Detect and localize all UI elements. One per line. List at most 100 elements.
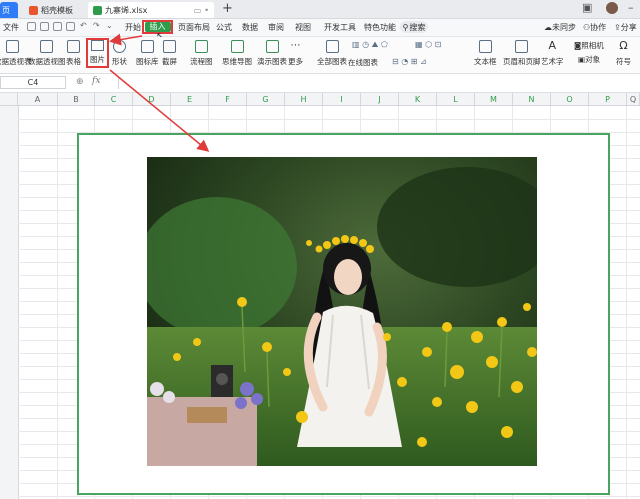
column-header-o[interactable]: O bbox=[551, 93, 589, 105]
name-box[interactable]: C4 bbox=[0, 76, 66, 89]
column-header-q[interactable]: Q bbox=[627, 93, 640, 105]
grid-col-line bbox=[57, 106, 58, 499]
grid-row-line bbox=[18, 119, 640, 120]
mindmap-button[interactable]: 思维导图 bbox=[222, 40, 252, 67]
column-header-d[interactable]: D bbox=[133, 93, 171, 105]
export-icon[interactable] bbox=[40, 22, 49, 31]
menu-file[interactable]: 文件 bbox=[3, 22, 19, 33]
column-header-p[interactable]: P bbox=[589, 93, 627, 105]
camera-button[interactable]: ◙照相机 bbox=[574, 40, 604, 51]
column-header-e[interactable]: E bbox=[171, 93, 209, 105]
picture-icon bbox=[91, 40, 104, 51]
column-header-n[interactable]: N bbox=[513, 93, 551, 105]
inserted-photo[interactable] bbox=[147, 157, 537, 466]
symbol-button[interactable]: Ω 符号 bbox=[616, 40, 631, 67]
column-header-m[interactable]: M bbox=[475, 93, 513, 105]
textbox-button[interactable]: 文本框 bbox=[474, 40, 497, 67]
icon-library-button[interactable]: 图标库 bbox=[136, 40, 159, 67]
tab-template[interactable]: 稻壳模板 bbox=[24, 2, 84, 18]
shape-button[interactable]: 形状 bbox=[112, 40, 127, 67]
object-button[interactable]: ▣对象 bbox=[578, 54, 600, 65]
picture-button[interactable]: 图片 bbox=[86, 38, 109, 68]
header-footer-button[interactable]: 页眉和页脚 bbox=[503, 40, 541, 67]
menu-start[interactable]: 开始 bbox=[125, 22, 141, 33]
menu-formula[interactable]: 公式 bbox=[216, 22, 232, 33]
screenshot-icon bbox=[163, 40, 176, 53]
share-button[interactable]: ⇪分享 bbox=[614, 22, 637, 33]
zoom-icon[interactable]: ⊕ bbox=[76, 77, 84, 87]
pivot-table-button[interactable]: 数据透视表 bbox=[0, 40, 32, 67]
tab-file-label: 九寨烯.xlsx bbox=[105, 5, 148, 15]
table-button[interactable]: 表格 bbox=[66, 40, 81, 67]
menu-data[interactable]: 数据 bbox=[242, 22, 258, 33]
all-charts-button[interactable]: 全部图表 bbox=[317, 40, 347, 67]
column-header-h[interactable]: H bbox=[285, 93, 323, 105]
menu-review[interactable]: 审阅 bbox=[268, 22, 284, 33]
minimize-icon[interactable]: – bbox=[628, 1, 634, 14]
formula-bar: C4 ⊕ fx bbox=[0, 74, 640, 93]
menu-special[interactable]: 特色功能 bbox=[364, 22, 396, 33]
column-header-i[interactable]: I bbox=[323, 93, 361, 105]
pivot-chart-button[interactable]: 数据透视图 bbox=[28, 40, 66, 67]
column-header-row: ABCDEFGHIJKLMNOPQ bbox=[0, 93, 640, 106]
online-charts-button[interactable]: 在线图表 bbox=[348, 57, 378, 68]
fx-label[interactable]: fx bbox=[92, 76, 100, 86]
monitor-icon[interactable]: ▭ bbox=[194, 6, 202, 15]
unsynced-status[interactable]: ☁未同步 bbox=[544, 22, 576, 33]
demo-chart-button[interactable]: 演示图表 bbox=[257, 40, 287, 67]
header-footer-icon bbox=[515, 40, 529, 53]
redo-icon[interactable]: ↷ bbox=[93, 21, 100, 30]
column-header-l[interactable]: L bbox=[437, 93, 475, 105]
menu-bar: 文件 ↶ ↷ ⌄ 开始 插入 ↖ 页面布局 公式 数据 审阅 视图 开发工具 特… bbox=[0, 19, 640, 42]
wordart-icon: A bbox=[548, 39, 557, 52]
screenshot-button[interactable]: 截屏 bbox=[162, 40, 177, 67]
chart-type-icons[interactable]: ▥ ◷ ⛰ ⬠ bbox=[352, 40, 388, 50]
flowchart-button[interactable]: 流程图 bbox=[190, 40, 213, 67]
column-header-k[interactable]: K bbox=[399, 93, 437, 105]
spreadsheet-icon bbox=[93, 5, 102, 15]
formula-input[interactable] bbox=[118, 76, 639, 89]
grid-row-line bbox=[18, 496, 640, 497]
tab-file[interactable]: 九寨烯.xlsx ▭ • bbox=[88, 2, 214, 18]
grid-col-line bbox=[626, 106, 627, 499]
more-quick-icon[interactable]: ⌄ bbox=[106, 21, 113, 30]
column-header-f[interactable]: F bbox=[209, 93, 247, 105]
menu-view[interactable]: 视图 bbox=[295, 22, 311, 33]
print-preview-icon[interactable] bbox=[66, 22, 75, 31]
pivot-chart-icon bbox=[40, 40, 54, 53]
column-header-g[interactable]: G bbox=[247, 93, 285, 105]
tab-home[interactable]: 页 bbox=[0, 2, 18, 18]
more-icon: ⋯ bbox=[290, 40, 301, 51]
column-header-a[interactable]: A bbox=[18, 93, 58, 105]
flowchart-icon bbox=[194, 40, 208, 53]
mindmap-icon bbox=[230, 40, 244, 53]
window-layout-icon[interactable]: ▣ bbox=[582, 1, 592, 14]
collab-button[interactable]: ⚇协作 bbox=[583, 22, 606, 33]
column-header-j[interactable]: J bbox=[361, 93, 399, 105]
insert-ribbon: 数据透视表 数据透视图 表格 图片 形状 图标库 截屏 流程图 思维导图 演示图… bbox=[0, 37, 640, 74]
avatar[interactable] bbox=[606, 2, 618, 14]
more-button[interactable]: ⋯ 更多 bbox=[288, 40, 303, 67]
close-tab-icon[interactable]: • bbox=[204, 6, 209, 15]
sparkline-icons[interactable]: ▦ ⬡ ⊡ bbox=[415, 40, 441, 49]
pivot-table-icon bbox=[6, 40, 20, 53]
wordart-button[interactable]: A 艺术字 bbox=[541, 40, 564, 67]
print-icon[interactable] bbox=[53, 22, 62, 31]
shape-icon bbox=[113, 40, 126, 53]
icon-library-icon bbox=[140, 40, 154, 53]
add-tab-button[interactable]: + bbox=[222, 1, 233, 16]
menu-developer[interactable]: 开发工具 bbox=[324, 22, 356, 33]
search-label: 搜索 bbox=[409, 22, 426, 32]
undo-icon[interactable]: ↶ bbox=[80, 21, 87, 30]
save-icon[interactable] bbox=[27, 22, 36, 31]
omega-icon: Ω bbox=[619, 39, 628, 52]
search-button[interactable]: ⚲ 搜索 bbox=[400, 21, 428, 33]
column-header-b[interactable]: B bbox=[58, 93, 95, 105]
column-header-c[interactable]: C bbox=[95, 93, 133, 105]
docer-icon bbox=[29, 5, 38, 15]
tab-home-label: 页 bbox=[2, 5, 10, 15]
menu-page-layout[interactable]: 页面布局 bbox=[178, 22, 210, 33]
search-icon: ⚲ bbox=[402, 22, 409, 32]
select-all-corner[interactable] bbox=[0, 93, 18, 105]
chart-type-icons-2[interactable]: ⊟ ◔ ⊞ ⊿ bbox=[392, 57, 427, 66]
